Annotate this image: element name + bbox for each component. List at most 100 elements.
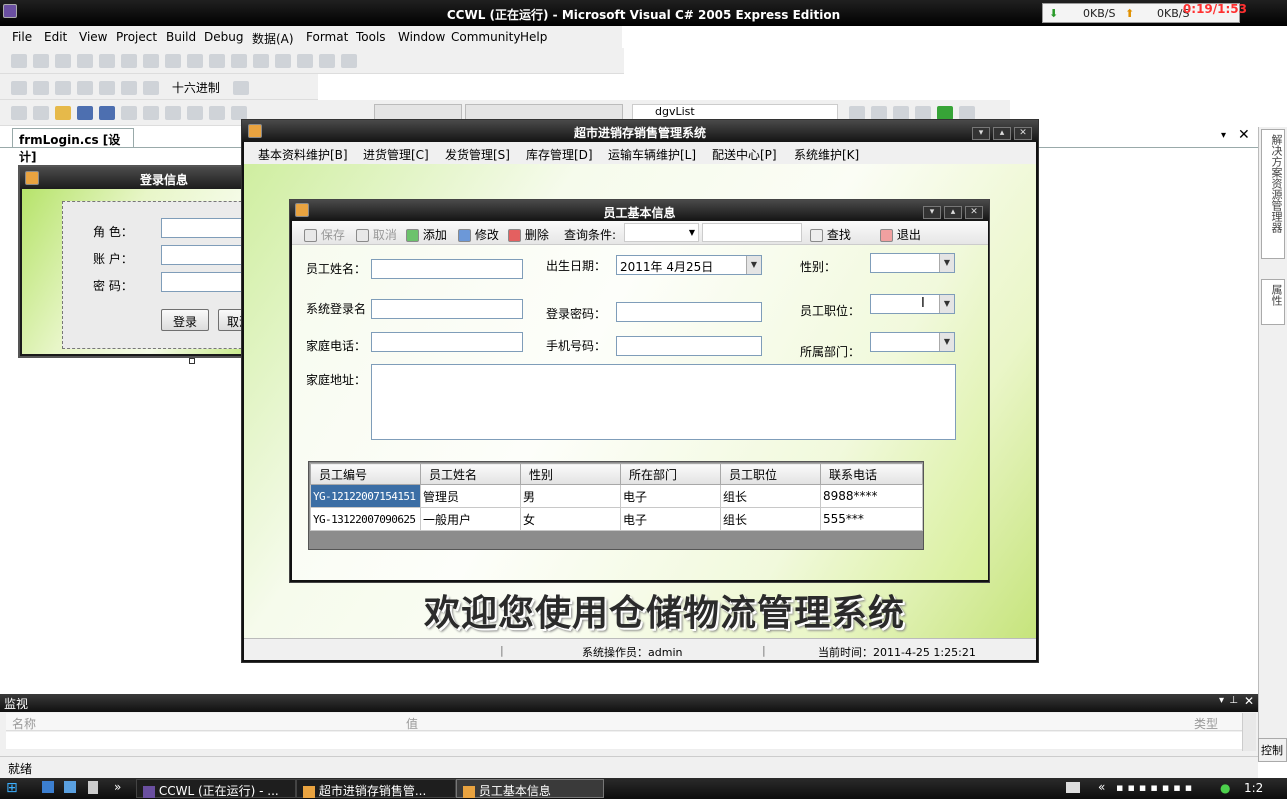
mobile-field[interactable] <box>616 336 762 356</box>
step-out-icon[interactable] <box>143 80 159 95</box>
menu-file[interactable]: File <box>12 30 32 44</box>
step-over-icon[interactable] <box>121 80 137 95</box>
edit-button[interactable]: 修改 <box>458 226 499 243</box>
find-button[interactable]: 查找 <box>810 226 851 243</box>
shield-icon[interactable]: ● <box>1220 781 1230 795</box>
login-pwd-field[interactable] <box>616 302 762 322</box>
cell-dept[interactable]: 电子 <box>620 507 721 531</box>
cell-gender[interactable]: 女 <box>520 507 621 531</box>
make-same-height-icon[interactable] <box>165 53 181 68</box>
redo-icon[interactable] <box>209 105 225 120</box>
align-middles-icon[interactable] <box>99 53 115 68</box>
menu-basic-data[interactable]: 基本资料维护[B] <box>258 146 348 163</box>
cell-gender[interactable]: 男 <box>520 484 621 508</box>
cut-icon[interactable] <box>121 105 137 120</box>
home-phone-field[interactable] <box>371 332 523 352</box>
cell-phone[interactable]: 555*** <box>820 507 923 531</box>
cancel-button[interactable]: 取消 <box>356 226 397 243</box>
center-horizontally-icon[interactable] <box>253 53 269 68</box>
control-side-tab[interactable]: 控制 <box>1258 738 1287 762</box>
resize-handle[interactable] <box>189 358 195 364</box>
break-all-icon[interactable] <box>33 80 49 95</box>
close-icon[interactable]: ✕ <box>1014 127 1032 140</box>
menu-window[interactable]: Window <box>398 30 445 44</box>
menu-distribution[interactable]: 配送中心[P] <box>712 146 777 163</box>
size-to-grid-icon[interactable] <box>187 53 203 68</box>
dept-dropdown-icon[interactable]: ▼ <box>939 333 954 351</box>
v-spacing-icon[interactable] <box>231 53 247 68</box>
save-button[interactable]: 保存 <box>304 226 345 243</box>
tab-solution-explorer[interactable]: 解决方案资源管理器 <box>1261 129 1285 259</box>
cell-emp-name[interactable]: 管理员 <box>420 484 521 508</box>
emp-maximize-icon[interactable]: ▴ <box>944 206 962 219</box>
cell-emp-id[interactable]: YG-12122007154151 <box>310 484 421 508</box>
table-row[interactable]: YG-13122007090625 一般用户 女 电子 组长 555*** <box>310 507 923 531</box>
tray-clock[interactable]: 1:2 <box>1244 781 1263 795</box>
open-folder-icon[interactable] <box>55 105 71 120</box>
undo-icon[interactable] <box>187 105 203 120</box>
cell-position[interactable]: 组长 <box>720 507 821 531</box>
menu-purchase[interactable]: 进货管理[C] <box>363 146 429 163</box>
hex-display-toggle[interactable]: 十六进制 <box>172 81 220 95</box>
menu-help[interactable]: Help <box>520 30 547 44</box>
menu-system[interactable]: 系统维护[K] <box>794 146 859 163</box>
query-field-combo[interactable]: ▼ <box>624 223 699 242</box>
menu-community[interactable]: Community <box>451 30 520 44</box>
col-gender[interactable]: 性别 <box>520 463 621 485</box>
solution-explorer-icon[interactable] <box>849 105 865 120</box>
cell-phone[interactable]: 8988**** <box>820 484 923 508</box>
align-bottoms-icon[interactable] <box>121 53 137 68</box>
make-same-width-icon[interactable] <box>143 53 159 68</box>
align-lefts-icon[interactable] <box>11 53 27 68</box>
toolbox-icon[interactable] <box>915 105 931 120</box>
dept-combo[interactable]: ▼ <box>870 332 955 352</box>
position-dropdown-icon[interactable]: ▼ <box>939 295 954 313</box>
start-debug-icon[interactable] <box>231 105 247 120</box>
object-browser-icon[interactable] <box>893 105 909 120</box>
task-vs[interactable]: CCWL (正在运行) - ... <box>136 779 296 798</box>
add-item-icon[interactable] <box>33 105 49 120</box>
menu-shipping[interactable]: 发货管理[S] <box>445 146 510 163</box>
new-project-icon[interactable] <box>11 105 27 120</box>
doc-list-dropdown-icon[interactable]: ▾ <box>1221 130 1226 141</box>
close-doc-icon[interactable]: ✕ <box>1238 127 1250 143</box>
watch-close-icon[interactable]: ✕ <box>1244 694 1254 708</box>
tab-frmlogin-design[interactable]: frmLogin.cs [设计] <box>12 128 134 164</box>
col-emp-name[interactable]: 员工姓名 <box>420 463 521 485</box>
align-tops-icon[interactable] <box>77 53 93 68</box>
align-centers-icon[interactable] <box>33 53 49 68</box>
query-value-input[interactable] <box>702 223 802 242</box>
login-button[interactable]: 登录 <box>161 309 209 331</box>
role-field[interactable] <box>161 218 246 238</box>
tray-more-icon[interactable]: « <box>1098 780 1105 794</box>
quicklaunch-more-icon[interactable]: » <box>114 780 121 794</box>
watch-col-name[interactable]: 名称 <box>12 715 36 732</box>
center-vertically-icon[interactable] <box>275 53 291 68</box>
minimize-icon[interactable]: ▾ <box>972 127 990 140</box>
gender-dropdown-icon[interactable]: ▼ <box>939 254 954 272</box>
password-field[interactable] <box>161 272 246 292</box>
menu-data[interactable]: 数据(A) <box>252 30 294 47</box>
h-spacing-icon[interactable] <box>209 53 225 68</box>
show-desktop-icon[interactable] <box>42 781 54 793</box>
bring-to-front-icon[interactable] <box>297 53 313 68</box>
account-field[interactable] <box>161 245 246 265</box>
save-icon[interactable] <box>77 105 93 120</box>
menu-format[interactable]: Format <box>306 30 348 44</box>
col-phone[interactable]: 联系电话 <box>820 463 923 485</box>
keyboard-icon[interactable] <box>1066 782 1080 793</box>
cell-emp-name[interactable]: 一般用户 <box>420 507 521 531</box>
tray-icons[interactable]: ▪▪▪▪▪▪▪ <box>1116 781 1196 794</box>
login-name-field[interactable] <box>371 299 523 319</box>
exit-button[interactable]: 退出 <box>880 226 921 243</box>
menu-project[interactable]: Project <box>116 30 157 44</box>
col-emp-id[interactable]: 员工编号 <box>310 463 421 485</box>
address-field[interactable] <box>371 364 956 440</box>
task-employee[interactable]: 员工基本信息 <box>456 779 604 798</box>
add-button[interactable]: 添加 <box>406 226 447 243</box>
paste-icon[interactable] <box>165 105 181 120</box>
col-position[interactable]: 员工职位 <box>720 463 821 485</box>
save-all-icon[interactable] <box>99 105 115 120</box>
watch-col-type[interactable]: 类型 <box>1194 715 1218 732</box>
position-combo[interactable]: I ▼ <box>870 294 955 314</box>
